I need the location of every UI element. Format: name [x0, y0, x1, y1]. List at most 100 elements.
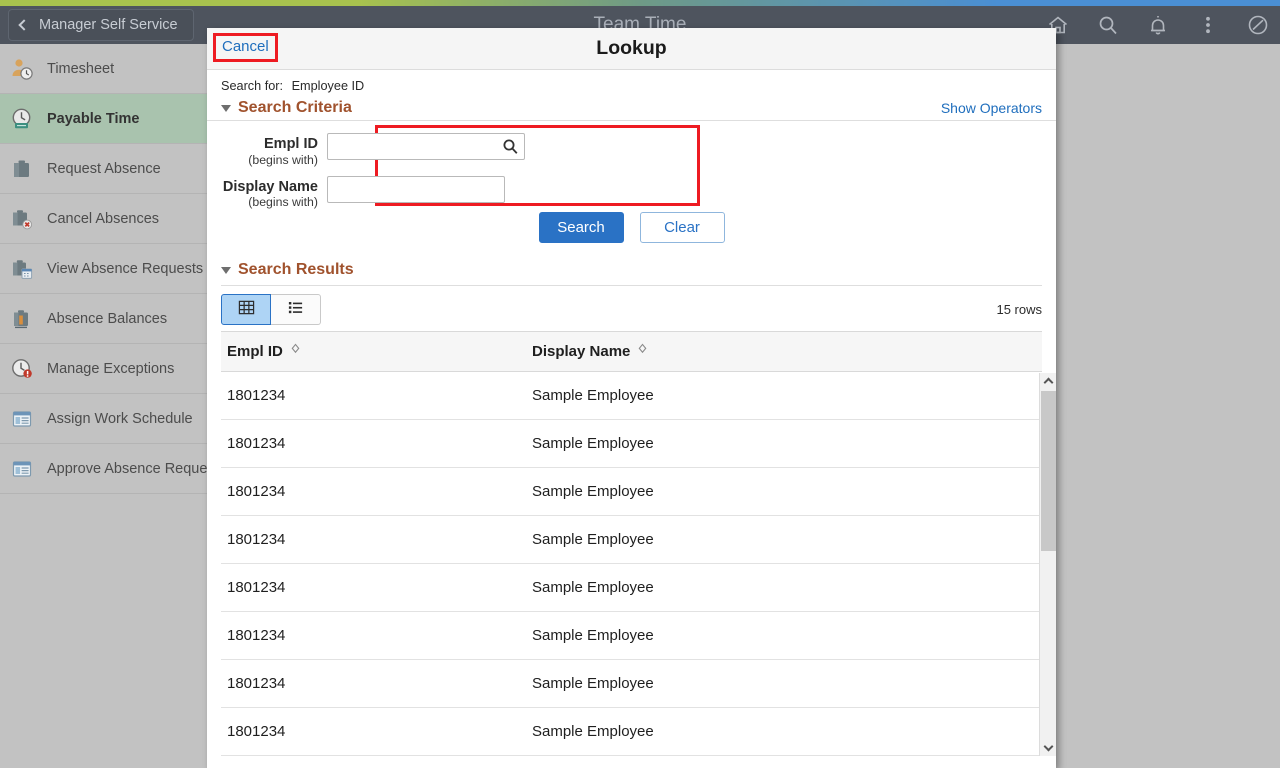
- cell-empl-id[interactable]: 1801234: [221, 371, 526, 420]
- scrollbar-thumb[interactable]: [1041, 391, 1056, 551]
- table-row[interactable]: 1801234 Sample Employee: [221, 419, 1042, 468]
- cell-empl-id[interactable]: 1801234: [221, 659, 526, 708]
- column-header-label: Display Name: [532, 343, 631, 360]
- sidebar-item-label: Timesheet: [47, 60, 115, 77]
- list-view-button[interactable]: [271, 294, 321, 325]
- search-results-header: Search Results 15 rows: [207, 257, 1056, 331]
- cell-display-name[interactable]: Sample Employee: [526, 515, 1042, 564]
- brand-gradient-strip: [0, 0, 1280, 6]
- results-scrollbar[interactable]: [1039, 373, 1056, 756]
- display-name-input[interactable]: [327, 175, 505, 203]
- display-name-operator-label: (begins with): [248, 195, 318, 210]
- briefcase-cancel-icon: [9, 206, 35, 232]
- person-clock-icon: [9, 56, 35, 82]
- grid-view-button[interactable]: [221, 294, 271, 325]
- sort-icon[interactable]: [290, 343, 301, 360]
- list-view-icon: [287, 299, 304, 321]
- table-row[interactable]: 1801234 Sample Employee: [221, 611, 1042, 660]
- display-name-field-wrap: [327, 175, 505, 203]
- sort-icon[interactable]: [637, 343, 648, 360]
- results-grid: Empl ID Display Name 1801234 Sample Empl…: [207, 331, 1056, 756]
- left-sidebar: Timesheet Payable Time Request Absence C…: [0, 44, 207, 768]
- back-to-manager-self-service-button[interactable]: Manager Self Service: [8, 9, 194, 41]
- cell-empl-id[interactable]: 1801234: [221, 419, 526, 468]
- modal-title: Lookup: [596, 37, 667, 59]
- empl-id-label-group: Empl ID (begins with): [207, 133, 327, 167]
- cancel-button[interactable]: Cancel: [222, 38, 269, 55]
- cell-display-name[interactable]: Sample Employee: [526, 611, 1042, 660]
- column-header-display-name[interactable]: Display Name: [526, 331, 1042, 372]
- cell-display-name[interactable]: Sample Employee: [526, 467, 1042, 516]
- table-row[interactable]: 1801234 Sample Employee: [221, 563, 1042, 612]
- clock-icon: [9, 106, 35, 132]
- column-header-empl-id[interactable]: Empl ID: [221, 331, 526, 372]
- search-criteria-toggle[interactable]: Search Criteria: [221, 99, 352, 117]
- cell-display-name[interactable]: Sample Employee: [526, 419, 1042, 468]
- cell-display-name[interactable]: Sample Employee: [526, 707, 1042, 756]
- triangle-down-icon: [221, 266, 231, 274]
- sidebar-item-cancel-absences[interactable]: Cancel Absences: [0, 194, 207, 244]
- scroll-down-arrow[interactable]: [1040, 740, 1056, 756]
- sidebar-item-view-absence-requests[interactable]: View Absence Requests: [0, 244, 207, 294]
- lookup-modal: Cancel Lookup Search for: Employee ID Se…: [207, 28, 1056, 768]
- cell-display-name[interactable]: Sample Employee: [526, 659, 1042, 708]
- clock-alert-icon: [9, 356, 35, 382]
- sidebar-item-assign-work-schedule[interactable]: Assign Work Schedule: [0, 394, 207, 444]
- empl-id-field-wrap: [327, 133, 525, 160]
- sidebar-item-label: Manage Exceptions: [47, 360, 175, 377]
- sidebar-item-label: Payable Time: [47, 110, 140, 127]
- sidebar-item-absence-balances[interactable]: Absence Balances: [0, 294, 207, 344]
- display-name-label: Display Name: [222, 178, 318, 195]
- sidebar-item-label: Assign Work Schedule: [47, 410, 193, 427]
- scroll-up-arrow[interactable]: [1040, 373, 1056, 389]
- sidebar-item-label: Approve Absence Requests: [47, 460, 207, 477]
- back-button-label: Manager Self Service: [39, 17, 178, 33]
- table-row[interactable]: 1801234 Sample Employee: [221, 515, 1042, 564]
- briefcase-calendar-icon: [9, 256, 35, 282]
- modal-header: Cancel Lookup: [207, 28, 1056, 70]
- table-header-row: Empl ID Display Name: [221, 331, 1042, 372]
- results-table-head: Empl ID Display Name: [221, 331, 1042, 372]
- column-header-label: Empl ID: [227, 343, 283, 360]
- clear-button[interactable]: Clear: [639, 212, 725, 243]
- show-operators-link[interactable]: Show Operators: [941, 100, 1042, 116]
- notifications-bell-icon[interactable]: [1146, 13, 1170, 37]
- kebab-menu-icon[interactable]: [1196, 13, 1220, 37]
- cell-empl-id[interactable]: 1801234: [221, 515, 526, 564]
- chevron-up-icon: [1043, 377, 1053, 388]
- cell-display-name[interactable]: Sample Employee: [526, 563, 1042, 612]
- cell-empl-id[interactable]: 1801234: [221, 467, 526, 516]
- search-for-label: Search for:: [221, 79, 284, 93]
- cell-empl-id[interactable]: 1801234: [221, 707, 526, 756]
- view-toggle-group: [221, 294, 321, 325]
- search-criteria-section-header: Search Criteria Show Operators: [207, 97, 1056, 121]
- sidebar-item-timesheet[interactable]: Timesheet: [0, 44, 207, 94]
- sidebar-item-manage-exceptions[interactable]: Manage Exceptions: [0, 344, 207, 394]
- sidebar-item-request-absence[interactable]: Request Absence: [0, 144, 207, 194]
- criteria-button-row: Search Clear: [207, 206, 1056, 257]
- table-row[interactable]: 1801234 Sample Employee: [221, 467, 1042, 516]
- triangle-down-icon: [221, 104, 231, 112]
- sidebar-item-approve-absence-requests[interactable]: Approve Absence Requests: [0, 444, 207, 494]
- cell-empl-id[interactable]: 1801234: [221, 563, 526, 612]
- window-list-icon: [9, 406, 35, 432]
- window-list-icon: [9, 456, 35, 482]
- table-row[interactable]: 1801234 Sample Employee: [221, 659, 1042, 708]
- search-results-toggle[interactable]: Search Results: [221, 257, 1042, 286]
- nav-bar-icon[interactable]: [1246, 13, 1270, 37]
- search-button[interactable]: Search: [538, 212, 624, 243]
- search-for-line: Search for: Employee ID: [207, 70, 1056, 97]
- display-name-label-group: Display Name (begins with): [207, 176, 327, 210]
- lookup-search-icon[interactable]: [502, 138, 519, 155]
- sidebar-item-label: Absence Balances: [47, 310, 168, 327]
- header-icon-group: [1046, 6, 1270, 44]
- table-row[interactable]: 1801234 Sample Employee: [221, 707, 1042, 756]
- chevron-down-icon: [1043, 741, 1053, 752]
- search-icon[interactable]: [1096, 13, 1120, 37]
- cell-empl-id[interactable]: 1801234: [221, 611, 526, 660]
- table-row[interactable]: 1801234 Sample Employee: [221, 371, 1042, 420]
- cell-display-name[interactable]: Sample Employee: [526, 371, 1042, 420]
- empl-id-input[interactable]: [327, 133, 525, 160]
- briefcase-balance-icon: [9, 306, 35, 332]
- sidebar-item-payable-time[interactable]: Payable Time: [0, 94, 207, 144]
